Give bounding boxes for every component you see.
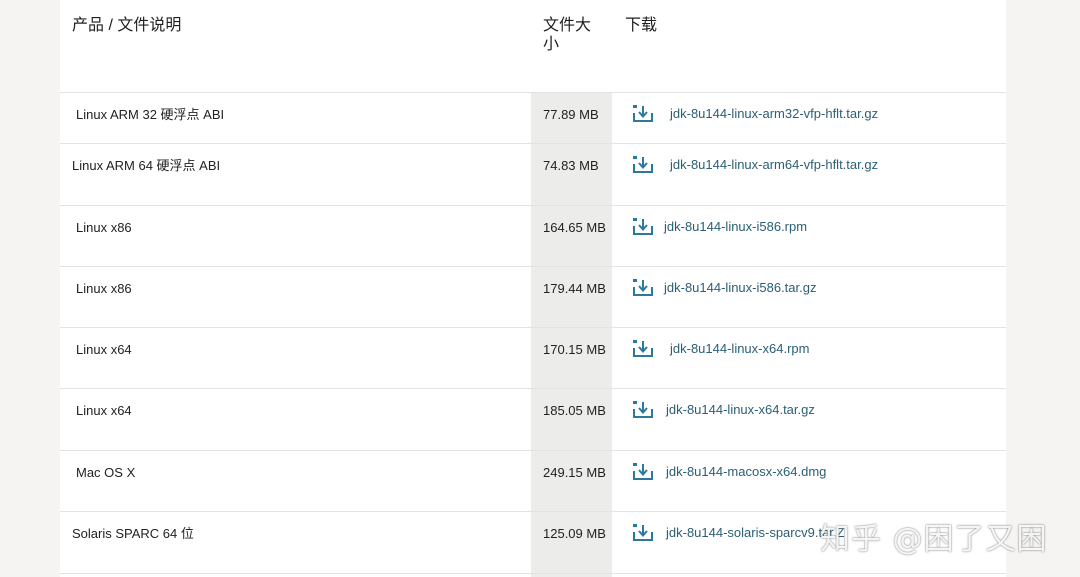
row-product-label: Linux x64 [76, 342, 132, 357]
download-filename[interactable]: jdk-8u144-linux-x64.rpm [670, 341, 809, 357]
row-product-label: Solaris SPARC 64 位 [72, 526, 194, 541]
download-icon [633, 524, 653, 541]
row-divider [60, 388, 1006, 389]
header-size: 文件大小 [543, 17, 592, 53]
row-file-size: 74.83 MB [543, 158, 599, 173]
download-icon [633, 279, 653, 296]
download-filename[interactable]: jdk-8u144-linux-arm32-vfp-hflt.tar.gz [670, 106, 878, 122]
row-product-label: Linux x86 [76, 220, 132, 235]
row-download-link[interactable]: jdk-8u144-linux-x64.rpm [632, 339, 809, 359]
download-filename[interactable]: jdk-8u144-macosx-x64.dmg [666, 464, 826, 480]
download-filename[interactable]: jdk-8u144-linux-i586.rpm [664, 219, 807, 235]
download-icon [633, 463, 653, 480]
row-download-link[interactable]: jdk-8u144-macosx-x64.dmg [632, 462, 826, 482]
download-icon [633, 401, 653, 418]
row-download-link[interactable]: jdk-8u144-linux-i586.tar.gz [632, 278, 816, 298]
row-download-link[interactable]: jdk-8u144-linux-arm32-vfp-hflt.tar.gz [632, 104, 878, 124]
row-file-size: 125.09 MB [543, 526, 606, 541]
download-icon [633, 156, 653, 173]
row-divider [60, 143, 1006, 144]
download-icon [633, 218, 653, 235]
download-filename[interactable]: jdk-8u144-linux-arm64-vfp-hflt.tar.gz [670, 157, 878, 173]
row-file-size: 185.05 MB [543, 403, 606, 418]
row-divider [60, 92, 1006, 93]
row-product-label: Mac OS X [76, 465, 136, 480]
row-file-size: 164.65 MB [543, 220, 606, 235]
header-product: 产品 / 文件说明 [72, 17, 182, 34]
row-divider [60, 573, 1006, 574]
row-product-label: Linux x64 [76, 403, 132, 418]
row-divider [60, 327, 1006, 328]
download-icon [633, 105, 653, 122]
page-background-right [1006, 0, 1080, 577]
row-download-link[interactable]: jdk-8u144-solaris-sparcv9.tar.Z [632, 523, 844, 543]
download-filename[interactable]: jdk-8u144-linux-i586.tar.gz [664, 280, 816, 296]
download-filename[interactable]: jdk-8u144-linux-x64.tar.gz [666, 402, 815, 418]
header-download: 下载 [625, 17, 658, 34]
row-download-link[interactable]: jdk-8u144-linux-arm64-vfp-hflt.tar.gz [632, 155, 878, 175]
row-file-size: 77.89 MB [543, 107, 599, 122]
row-divider [60, 205, 1006, 206]
download-table: 产品 / 文件说明 文件大小 下载 Linux ARM 32 硬浮点 ABI 77… [60, 0, 1006, 577]
row-file-size: 170.15 MB [543, 342, 606, 357]
watermark: 知乎 @困了又困 [820, 522, 1048, 557]
row-file-size: 249.15 MB [543, 465, 606, 480]
row-divider [60, 450, 1006, 451]
row-product-label: Linux ARM 64 硬浮点 ABI [72, 158, 221, 173]
row-download-link[interactable]: jdk-8u144-linux-i586.rpm [632, 217, 807, 237]
download-filename[interactable]: jdk-8u144-solaris-sparcv9.tar.Z [666, 525, 844, 541]
row-product-label: Linux ARM 32 硬浮点 ABI [76, 107, 225, 122]
row-divider [60, 266, 1006, 267]
download-icon [633, 340, 653, 357]
row-divider [60, 511, 1006, 512]
row-product-label: Linux x86 [76, 281, 132, 296]
row-download-link[interactable]: jdk-8u144-linux-x64.tar.gz [632, 400, 815, 420]
row-file-size: 179.44 MB [543, 281, 606, 296]
page-background-left [0, 0, 60, 577]
